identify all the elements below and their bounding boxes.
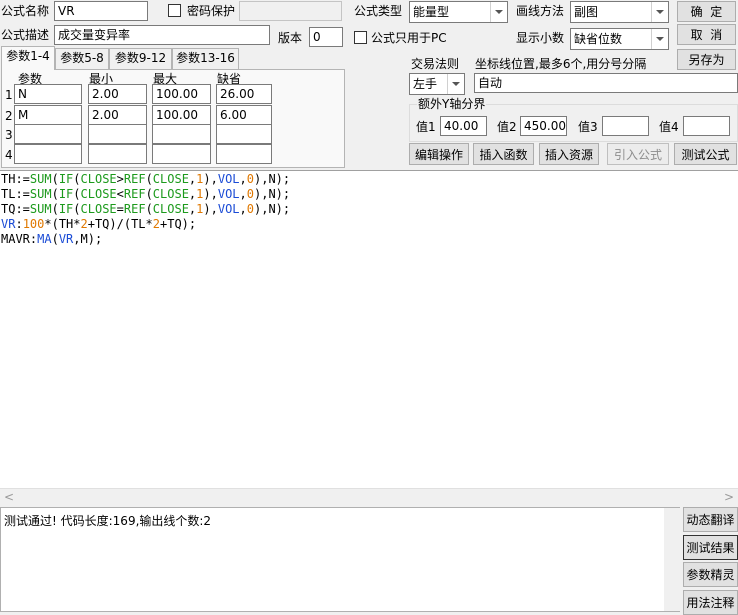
description-input[interactable]: 成交量变异率: [54, 25, 270, 45]
cancel-button[interactable]: 取 消: [677, 24, 736, 45]
result-text: 测试通过! 代码长度:169,输出线个数:2: [4, 514, 212, 528]
trade-rule-select[interactable]: 左手: [409, 73, 465, 95]
param-min-input[interactable]: [88, 144, 147, 164]
decimals-select[interactable]: 缺省位数: [570, 28, 669, 50]
pc-only-label: 公式只用于PC: [371, 31, 447, 45]
y-value-2-label: 值2: [497, 120, 517, 134]
param-row-number: 3: [5, 128, 13, 142]
y-axis-group-title: 额外Y轴分界: [417, 97, 487, 111]
param-min-input[interactable]: [88, 124, 147, 144]
y-value-4-input[interactable]: [683, 116, 730, 136]
formula-type-value: 能量型: [413, 5, 450, 19]
draw-method-value: 副图: [574, 5, 599, 19]
vertical-scrollbar[interactable]: [664, 508, 680, 611]
code-editor[interactable]: TH:=SUM(IF(CLOSE>REF(CLOSE,1),VOL,0),N);…: [0, 170, 738, 488]
password-checkbox[interactable]: [168, 4, 181, 17]
horizontal-scrollbar[interactable]: < >: [0, 488, 738, 505]
param-default-input[interactable]: 6.00: [216, 105, 272, 125]
param-row-number: 4: [5, 148, 13, 162]
tab-params-9-12[interactable]: 参数9-12: [109, 48, 172, 69]
password-input: [239, 1, 342, 21]
formula-name-input[interactable]: VR: [54, 1, 148, 21]
param-row-number: 1: [5, 88, 13, 102]
insert-resource-button[interactable]: 插入资源: [539, 143, 599, 165]
tab-params-5-8[interactable]: 参数5-8: [55, 48, 109, 69]
param-row-number: 2: [5, 109, 13, 123]
y-value-4-label: 值4: [659, 120, 679, 134]
code-line: TQ:=SUM(IF(CLOSE=REF(CLOSE,1),VOL,0),N);: [1, 202, 291, 216]
decimals-value: 缺省位数: [574, 32, 623, 46]
description-label: 公式描述: [1, 28, 50, 42]
param-name-input[interactable]: [14, 124, 82, 144]
tab-params-1-4[interactable]: 参数1-4: [1, 46, 55, 70]
y-value-3-input[interactable]: [602, 116, 649, 136]
trade-rule-value: 左手: [413, 77, 438, 91]
chevron-down-icon: [651, 2, 668, 22]
param-default-input[interactable]: [216, 144, 272, 164]
param-max-input[interactable]: 100.00: [152, 105, 211, 125]
y-value-3-label: 值3: [578, 120, 598, 134]
formula-type-label: 公式类型: [354, 4, 403, 18]
trade-rule-label: 交易法则: [411, 57, 460, 71]
formula-name-label: 公式名称: [1, 4, 50, 18]
param-default-input[interactable]: [216, 124, 272, 144]
param-min-input[interactable]: 2.00: [88, 84, 147, 104]
test-formula-button[interactable]: 测试公式: [674, 143, 737, 165]
param-wizard-button[interactable]: 参数精灵: [683, 562, 738, 587]
version-label: 版本: [278, 31, 303, 45]
code-line: MAVR:MA(VR,M);: [1, 232, 103, 246]
password-label: 密码保护: [187, 4, 236, 18]
scroll-right-icon[interactable]: >: [724, 490, 734, 504]
draw-method-select[interactable]: 副图: [570, 1, 669, 23]
y-value-2-input[interactable]: 450.00: [520, 116, 567, 136]
chevron-down-icon: [651, 29, 668, 49]
y-value-1-label: 值1: [416, 120, 436, 134]
draw-method-label: 画线方法: [516, 4, 565, 18]
save-as-button[interactable]: 另存为: [677, 49, 736, 70]
chevron-down-icon: [447, 74, 464, 94]
axis-position-input[interactable]: 自动: [474, 73, 738, 93]
code-line: TH:=SUM(IF(CLOSE>REF(CLOSE,1),VOL,0),N);: [1, 172, 291, 186]
param-max-input[interactable]: [152, 124, 211, 144]
decimals-label: 显示小数: [516, 31, 565, 45]
param-min-input[interactable]: 2.00: [88, 105, 147, 125]
formula-type-select[interactable]: 能量型: [409, 1, 508, 23]
param-max-input[interactable]: 100.00: [152, 84, 211, 104]
version-input[interactable]: 0: [309, 27, 343, 47]
code-line: VR:100*(TH*2+TQ)/(TL*2+TQ);: [1, 217, 197, 231]
param-name-input[interactable]: M: [14, 105, 82, 125]
pc-only-checkbox[interactable]: [354, 31, 367, 44]
usage-notes-button[interactable]: 用法注释: [683, 590, 738, 615]
test-result-button[interactable]: 测试结果: [683, 535, 738, 560]
param-name-input[interactable]: N: [14, 84, 82, 104]
param-default-input[interactable]: 26.00: [216, 84, 272, 104]
code-line: TL:=SUM(IF(CLOSE<REF(CLOSE,1),VOL,0),N);: [1, 187, 291, 201]
scroll-left-icon[interactable]: <: [4, 490, 14, 504]
edit-operation-button[interactable]: 编辑操作: [409, 143, 469, 165]
y-value-1-input[interactable]: 40.00: [440, 116, 487, 136]
param-max-input[interactable]: [152, 144, 211, 164]
confirm-button[interactable]: 确 定: [677, 1, 736, 22]
tab-params-13-16[interactable]: 参数13-16: [172, 48, 239, 69]
dynamic-translate-button[interactable]: 动态翻译: [683, 507, 738, 532]
axis-position-label: 坐标线位置,最多6个,用分号分隔: [475, 57, 647, 71]
chevron-down-icon: [490, 2, 507, 22]
import-formula-button[interactable]: 引入公式: [607, 143, 669, 165]
param-name-input[interactable]: [14, 144, 82, 164]
test-result-panel: 测试通过! 代码长度:169,输出线个数:2: [0, 507, 680, 612]
insert-function-button[interactable]: 插入函数: [473, 143, 534, 165]
